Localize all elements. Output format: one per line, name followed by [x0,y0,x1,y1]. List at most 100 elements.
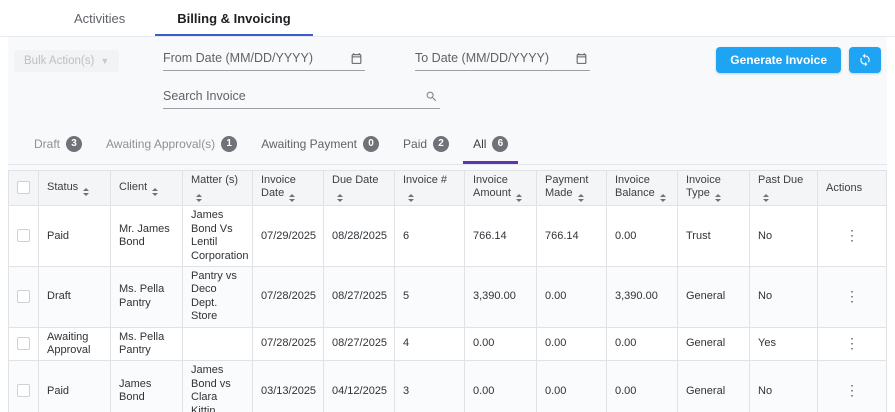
col-header-status[interactable]: Status [38,169,111,207]
col-header-invoice-type[interactable]: Invoice Type [677,169,750,207]
col-header-payment-made[interactable]: Payment Made [536,169,607,207]
col-header-past-due[interactable]: Past Due [749,169,818,207]
search-icon [425,90,438,103]
billing-page: Activities Billing & Invoicing Bulk Acti… [0,0,895,412]
sort-icon[interactable] [659,194,666,203]
search-invoice-input[interactable] [163,85,440,109]
tab-billing-invoicing[interactable]: Billing & Invoicing [151,0,316,36]
refresh-button[interactable] [849,47,881,73]
status-tab-label: Paid [403,136,428,151]
status-tab-label: Draft [34,136,61,151]
status-tab-paid[interactable]: Paid 2 [391,123,461,164]
invoice-table: Status Client Matter (s) Invoice Date Du… [8,169,887,412]
cell-matter: James Bond Vs Lentil Corporation [182,205,253,268]
bulk-actions-button[interactable]: Bulk Action(s) ▼ [14,50,120,72]
to-date-field [415,47,590,71]
cell-invoice-number: 3 [394,360,465,412]
cell-past-due: No [749,266,818,328]
table-row: Draft Ms. Pella Pantry Pantry vs Deco De… [8,266,887,328]
row-checkbox[interactable] [17,229,30,243]
cell-due-date: 04/12/2025 [323,360,395,412]
status-tab-label: All [473,136,487,151]
status-tab-label: Awaiting Payment [261,136,358,151]
cell-due-date: 08/27/2025 [323,266,395,328]
row-checkbox[interactable] [17,289,30,303]
cell-due-date: 08/28/2025 [323,205,395,268]
cell-invoice-number: 6 [394,205,465,268]
main-tabbar: Activities Billing & Invoicing [0,0,895,37]
cell-invoice-number: 5 [394,266,465,328]
row-actions-menu-icon[interactable]: ⋮ [843,289,861,303]
col-header-client[interactable]: Client [110,169,183,207]
row-actions-menu-icon[interactable]: ⋮ [843,228,861,242]
cell-past-due: No [749,205,818,268]
cell-past-due: Yes [749,326,818,362]
sort-icon[interactable] [714,194,721,203]
cell-invoice-balance: 0.00 [606,205,678,268]
row-actions-menu-icon[interactable]: ⋮ [843,336,861,350]
cell-matter [182,326,253,362]
cell-client: Mr. James Bond [110,205,183,268]
row-checkbox[interactable] [17,384,30,398]
cell-past-due: No [749,360,818,412]
status-tab-all[interactable]: All 6 [461,123,520,164]
status-tabbar: Draft 3 Awaiting Approval(s) 1 Awaiting … [8,123,887,165]
col-header-due-date[interactable]: Due Date [323,169,395,207]
status-tab-label: Awaiting Approval(s) [106,136,216,151]
table-row: Awaiting Approval Ms. Pella Pantry 07/28… [8,326,887,362]
cell-status: Draft [38,266,111,328]
cell-invoice-type: Trust [677,205,750,268]
cell-invoice-date: 07/29/2025 [252,205,324,268]
sort-icon[interactable] [152,187,159,196]
select-all-checkbox[interactable] [17,181,30,195]
cell-client: James Bond [110,360,183,412]
sort-icon[interactable] [196,194,202,203]
from-date-field [163,47,365,71]
cell-status: Paid [38,205,111,268]
cell-invoice-amount: 0.00 [464,360,537,412]
sort-icon[interactable] [515,194,522,203]
cell-invoice-balance: 0.00 [606,360,678,412]
col-header-actions: Actions [817,169,887,207]
sort-icon[interactable] [83,187,90,196]
search-invoice-field [163,85,440,109]
cell-invoice-type: General [677,266,750,328]
cell-invoice-date: 07/28/2025 [252,266,324,328]
calendar-icon[interactable] [350,52,363,65]
sort-icon[interactable] [763,194,769,203]
col-header-matter[interactable]: Matter (s) [182,169,253,207]
col-header-invoice-number[interactable]: Invoice # [394,169,465,207]
col-header-invoice-amount[interactable]: Invoice Amount [464,169,537,207]
sort-icon[interactable] [408,194,414,203]
cell-invoice-balance: 0.00 [606,326,678,362]
col-header-invoice-date[interactable]: Invoice Date [252,169,324,207]
status-tab-awaiting-approvals[interactable]: Awaiting Approval(s) 1 [94,123,249,164]
sort-icon[interactable] [289,194,296,203]
row-actions-menu-icon[interactable]: ⋮ [843,383,861,397]
cell-matter: James Bond vs Clara Kittin [182,360,253,412]
cell-invoice-date: 03/13/2025 [252,360,324,412]
tab-activities[interactable]: Activities [48,0,151,36]
cell-payment-made: 0.00 [536,266,607,328]
count-badge: 2 [433,135,450,152]
generate-invoice-button[interactable]: Generate Invoice [716,47,841,73]
calendar-icon[interactable] [575,52,588,65]
filter-bar: Bulk Action(s) ▼ Ge [8,37,887,123]
cell-invoice-date: 07/28/2025 [252,326,324,362]
cell-payment-made: 0.00 [536,326,607,362]
sort-icon[interactable] [337,194,343,203]
refresh-icon [858,53,872,67]
status-tab-awaiting-payment[interactable]: Awaiting Payment 0 [249,123,391,164]
chevron-down-icon: ▼ [100,56,110,66]
status-tab-draft[interactable]: Draft 3 [22,123,94,164]
count-badge: 6 [492,135,509,152]
cell-invoice-number: 4 [394,326,465,362]
sort-icon[interactable] [577,194,584,203]
bulk-actions-label: Bulk Action(s) [24,55,95,67]
col-header-invoice-balance[interactable]: Invoice Balance [606,169,678,207]
cell-invoice-amount: 0.00 [464,326,537,362]
cell-matter: Pantry vs Deco Dept. Store [182,266,253,328]
from-date-input[interactable] [163,47,365,71]
to-date-input[interactable] [415,47,590,71]
row-checkbox[interactable] [17,337,30,351]
